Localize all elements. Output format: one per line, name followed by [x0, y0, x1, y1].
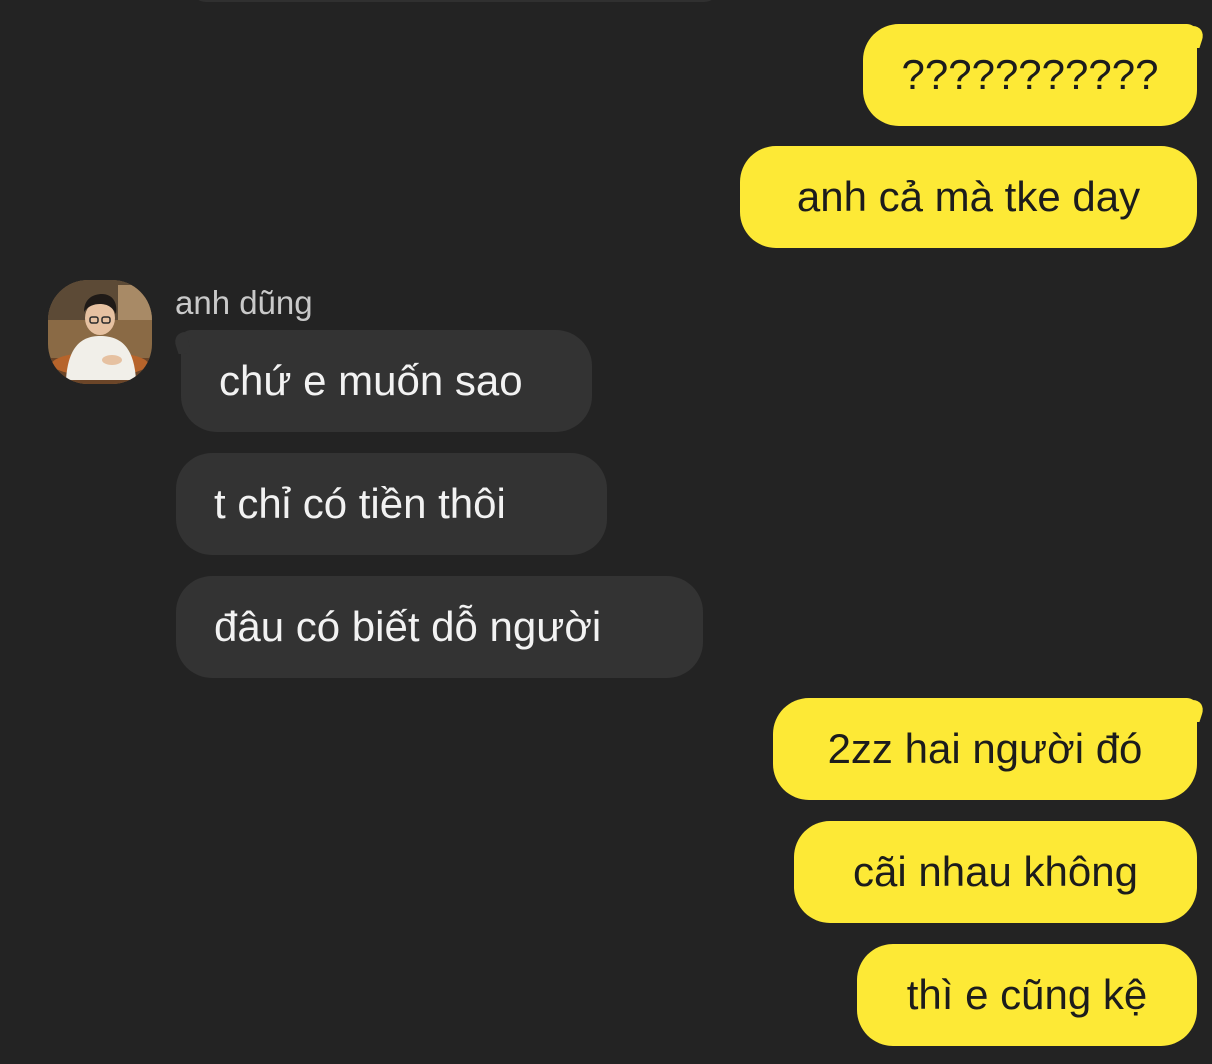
message-text: đâu có biết dỗ người: [214, 603, 602, 650]
incoming-message[interactable]: chứ e muốn sao: [181, 330, 592, 432]
chat-thread: ??????????? anh cả mà tke day anh dũng c…: [0, 0, 1212, 1064]
message-text: 2zz hai người đó: [827, 725, 1143, 772]
message-text: ???????????: [901, 51, 1159, 98]
message-text: anh cả mà tke day: [796, 173, 1141, 220]
incoming-message[interactable]: t chỉ có tiền thôi: [176, 453, 607, 555]
sender-name: anh dũng: [175, 284, 313, 321]
outgoing-message[interactable]: ???????????: [863, 24, 1197, 126]
incoming-message[interactable]: đâu có biết dỗ người: [176, 576, 703, 678]
contact-avatar[interactable]: [48, 280, 152, 384]
message-text: chứ e muốn sao: [219, 357, 523, 404]
message-text: t chỉ có tiền thôi: [214, 480, 506, 527]
profile-photo-icon: [48, 280, 152, 384]
outgoing-message[interactable]: thì e cũng kệ: [857, 944, 1197, 1046]
outgoing-message[interactable]: cãi nhau không: [794, 821, 1197, 923]
message-text: cãi nhau không: [853, 848, 1138, 895]
message-text: thì e cũng kệ: [906, 971, 1148, 1018]
previous-message-bubble[interactable]: [190, 0, 720, 2]
outgoing-message[interactable]: 2zz hai người đó: [773, 698, 1197, 800]
outgoing-message[interactable]: anh cả mà tke day: [740, 146, 1197, 248]
